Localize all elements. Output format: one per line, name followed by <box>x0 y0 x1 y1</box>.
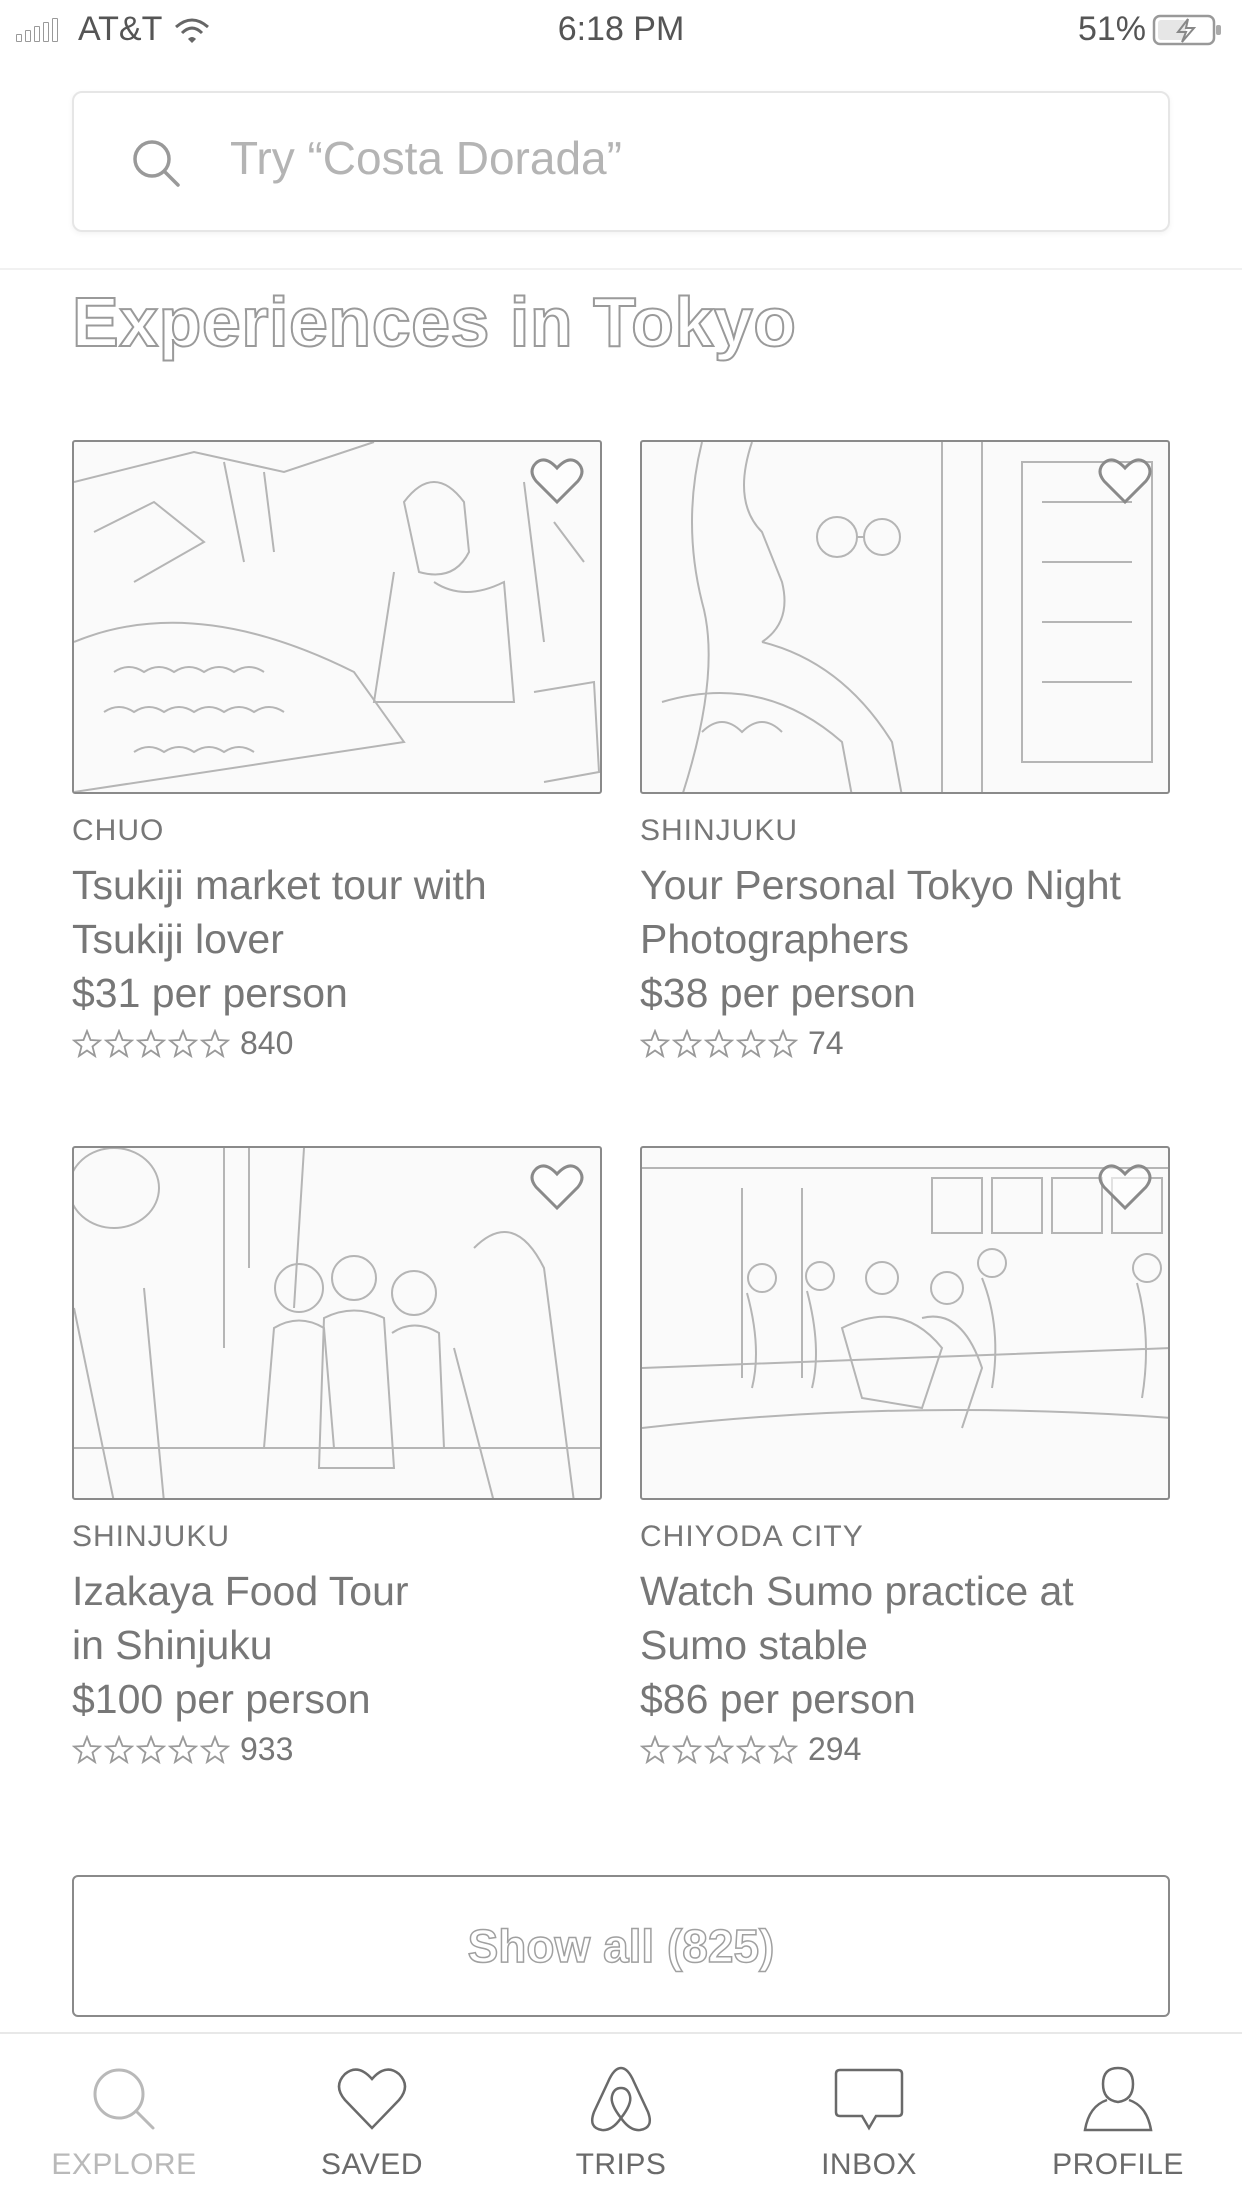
star-icon <box>72 1028 102 1058</box>
experience-title[interactable]: Izakaya Food Tour in Shinjuku <box>72 1564 602 1672</box>
star-icon <box>104 1734 134 1764</box>
experience-title[interactable]: Watch Sumo practice at Sumo stable <box>640 1564 1170 1672</box>
experience-title[interactable]: Your Personal Tokyo Night Photographers <box>640 858 1170 966</box>
experience-title[interactable]: Tsukiji market tour with Tsukiji lover <box>72 858 602 966</box>
experience-card[interactable]: SHINJUKU Izakaya Food Tour in Shinjuku $… <box>72 1146 602 1768</box>
star-icon <box>672 1734 702 1764</box>
star-icon <box>136 1028 166 1058</box>
header-divider <box>0 268 1242 270</box>
battery-charging-icon <box>1152 14 1221 45</box>
star-icon <box>136 1734 166 1764</box>
tab-trips[interactable]: TRIPS <box>521 2062 721 2182</box>
experience-title-line: in Shinjuku <box>72 1622 273 1668</box>
star-icon <box>200 1734 230 1764</box>
experience-title-line: Izakaya Food Tour <box>72 1568 409 1614</box>
save-heart-icon[interactable] <box>530 1162 584 1212</box>
experience-photo[interactable] <box>640 440 1170 794</box>
tab-label: INBOX <box>821 2148 917 2181</box>
experience-rating: 840 <box>72 1025 602 1062</box>
star-icon <box>768 1734 798 1764</box>
star-rating <box>640 1028 798 1059</box>
tab-label: PROFILE <box>1052 2148 1184 2181</box>
experience-title-line: Photographers <box>640 916 909 962</box>
experience-photo[interactable] <box>72 440 602 794</box>
heart-icon <box>337 2068 407 2130</box>
experience-card[interactable]: SHINJUKU Your Personal Tokyo Night Photo… <box>640 440 1170 1062</box>
star-rating <box>640 1734 798 1765</box>
experience-price: $31 per person <box>72 970 348 1016</box>
sumo-practice-photo <box>642 1167 1168 1429</box>
tab-label: SAVED <box>321 2148 423 2181</box>
search-icon <box>93 2068 155 2130</box>
status-bar: AT&T 6:18 PM 51% <box>0 0 1242 58</box>
tab-profile[interactable]: PROFILE <box>1018 2062 1218 2182</box>
star-icon <box>704 1734 734 1764</box>
izakaya-street-photo <box>74 1148 600 1498</box>
experience-location: CHIYODA CITY <box>640 1520 864 1553</box>
star-rating <box>72 1028 230 1059</box>
status-right: 51% <box>1078 10 1224 49</box>
experience-rating: 74 <box>640 1025 1170 1062</box>
night-photographer-photo <box>661 442 1153 792</box>
star-icon <box>768 1028 798 1058</box>
star-icon <box>200 1028 230 1058</box>
market-photo <box>74 442 600 792</box>
bottom-tab-bar: EXPLORE SAVED TRIPS INBOX PROFILE <box>0 2032 1242 2208</box>
experience-title-line: Tsukiji lover <box>72 916 284 962</box>
save-heart-icon[interactable] <box>1098 1162 1152 1212</box>
star-icon <box>736 1734 766 1764</box>
experience-card[interactable]: CHUO Tsukiji market tour with Tsukiji lo… <box>72 440 602 1062</box>
tab-label: EXPLORE <box>51 2148 197 2181</box>
show-all-label: Show all (825) <box>467 1919 775 1973</box>
experience-photo[interactable] <box>640 1146 1170 1500</box>
review-count: 74 <box>808 1025 844 1061</box>
search-icon <box>133 140 180 187</box>
tab-label: TRIPS <box>575 2148 667 2181</box>
person-icon <box>1083 2066 1153 2132</box>
star-icon <box>104 1028 134 1058</box>
experience-price: $100 per person <box>72 1676 371 1722</box>
experience-title-line: Your Personal Tokyo Night <box>640 862 1121 908</box>
star-icon <box>168 1734 198 1764</box>
star-icon <box>704 1028 734 1058</box>
section-title: Experiences in Tokyo <box>71 282 797 362</box>
clock: 6:18 PM <box>557 10 685 48</box>
experience-location: SHINJUKU <box>72 1520 231 1553</box>
airbnb-logo-icon <box>591 2066 651 2132</box>
save-heart-icon[interactable] <box>1098 456 1152 506</box>
chat-bubble-icon <box>834 2068 904 2131</box>
star-icon <box>672 1028 702 1058</box>
star-icon <box>640 1028 670 1058</box>
experience-rating: 294 <box>640 1731 1170 1768</box>
save-heart-icon[interactable] <box>530 456 584 506</box>
experience-photo[interactable] <box>72 1146 602 1500</box>
search-bar[interactable]: Try “Costa Dorada” <box>72 91 1170 232</box>
star-icon <box>736 1028 766 1058</box>
experience-location: CHUO <box>72 814 165 847</box>
star-icon <box>168 1028 198 1058</box>
experience-title-line: Watch Sumo practice at <box>640 1568 1074 1614</box>
experience-title-line: Tsukiji market tour with <box>72 862 487 908</box>
tab-explore[interactable]: EXPLORE <box>24 2062 224 2182</box>
experience-location: SHINJUKU <box>640 814 799 847</box>
tab-inbox[interactable]: INBOX <box>769 2062 969 2182</box>
show-all-button[interactable]: Show all (825) <box>72 1875 1170 2017</box>
experience-title-line: Sumo stable <box>640 1622 868 1668</box>
tab-saved[interactable]: SAVED <box>272 2062 472 2182</box>
review-count: 294 <box>808 1731 862 1767</box>
review-count: 840 <box>240 1025 294 1061</box>
star-icon <box>72 1734 102 1764</box>
star-icon <box>640 1734 670 1764</box>
experience-price: $86 per person <box>640 1676 916 1722</box>
experience-price: $38 per person <box>640 970 916 1016</box>
experience-rating: 933 <box>72 1731 602 1768</box>
battery-percent: 51% <box>1077 10 1146 48</box>
experience-card[interactable]: CHIYODA CITY Watch Sumo practice at Sumo… <box>640 1146 1170 1768</box>
star-rating <box>72 1734 230 1765</box>
review-count: 933 <box>240 1731 294 1767</box>
search-input[interactable]: Try “Costa Dorada” <box>230 131 622 185</box>
